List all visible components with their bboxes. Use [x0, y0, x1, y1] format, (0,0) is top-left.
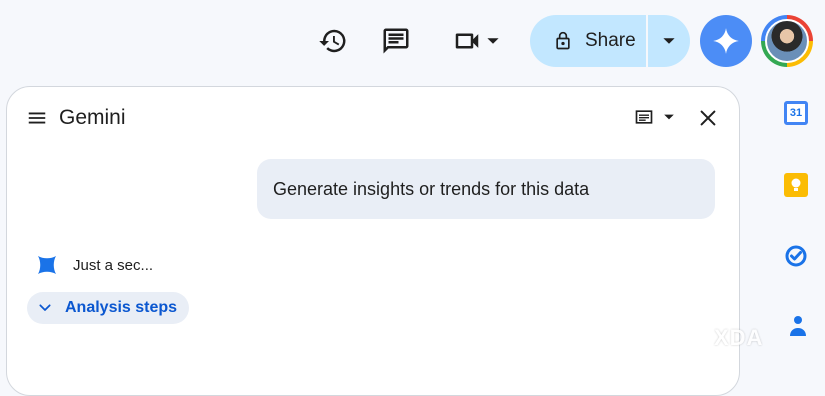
avatar-photo — [765, 19, 809, 63]
panel-header: Gemini — [7, 87, 739, 149]
share-button[interactable]: Share — [530, 15, 646, 67]
chevron-down-icon — [39, 304, 51, 311]
side-rail: 31 — [760, 84, 825, 383]
lock-icon — [556, 31, 570, 50]
view-options-button[interactable] — [633, 107, 675, 127]
chevron-down-icon — [663, 38, 675, 44]
menu-icon[interactable] — [25, 107, 49, 134]
watermark: XDA — [714, 325, 764, 350]
share-button-group: Share — [530, 15, 690, 67]
gemini-button[interactable] — [700, 15, 752, 67]
chevron-down-icon — [487, 38, 499, 44]
comments-icon[interactable] — [377, 22, 415, 60]
video-camera-icon — [455, 33, 479, 49]
close-icon[interactable] — [697, 107, 719, 134]
keep-icon[interactable] — [784, 173, 810, 199]
share-options-button[interactable] — [648, 15, 691, 67]
avatar[interactable] — [761, 15, 813, 67]
top-bar: Share — [0, 0, 825, 84]
keep-icon-body — [784, 173, 808, 197]
calendar-day: 31 — [789, 107, 803, 119]
user-prompt-text: Generate insights or trends for this dat… — [273, 178, 590, 199]
calendar-icon[interactable]: 31 — [784, 101, 810, 127]
response-status-text: Just a sec... — [73, 256, 154, 274]
gemini-spark-icon — [38, 256, 56, 274]
contacts-icon[interactable] — [784, 314, 810, 340]
chevron-down-icon — [664, 114, 674, 120]
user-prompt-bubble: Generate insights or trends for this dat… — [257, 159, 715, 219]
history-icon[interactable] — [314, 22, 352, 60]
share-label: Share — [585, 30, 636, 51]
gemini-panel: Gemini Generate insights or trends for t… — [6, 86, 740, 396]
analysis-steps-label: Analysis steps — [65, 299, 178, 316]
document-view-icon — [635, 110, 653, 124]
calendar-icon-body: 31 — [784, 101, 808, 125]
gemini-sparkle-icon — [713, 28, 739, 54]
panel-title: Gemini — [59, 106, 126, 129]
gemini-response: Just a sec... — [35, 253, 153, 277]
meet-button[interactable] — [446, 22, 506, 60]
tasks-icon[interactable] — [784, 244, 810, 270]
analysis-steps-toggle[interactable]: Analysis steps — [27, 292, 190, 324]
